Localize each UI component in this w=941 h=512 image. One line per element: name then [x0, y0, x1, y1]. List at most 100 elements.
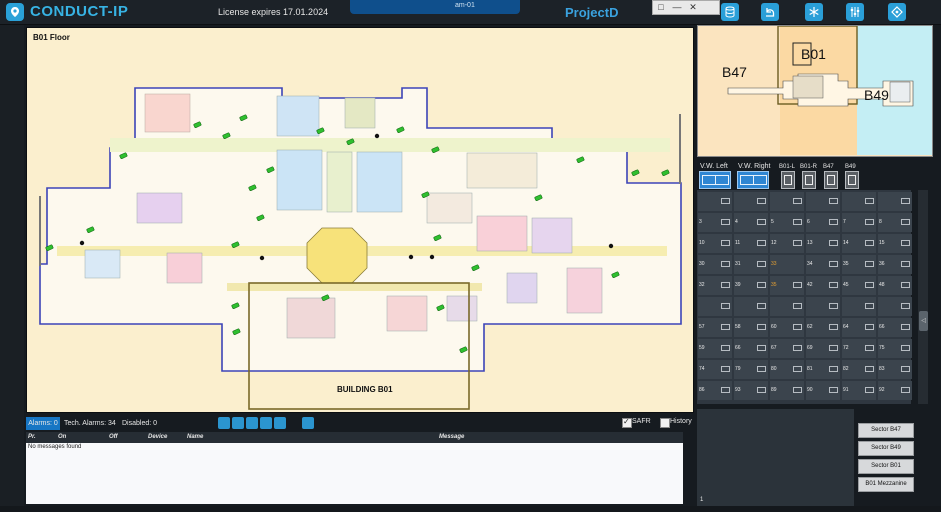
print-icon[interactable] [274, 417, 286, 429]
camera-cell[interactable]: 33 [770, 255, 804, 274]
history-checkbox[interactable] [660, 418, 670, 428]
camera-cell[interactable] [878, 192, 912, 211]
safr-checkbox[interactable] [622, 417, 632, 428]
col-message[interactable]: Message [439, 432, 464, 443]
camera-cell[interactable]: 3 [698, 213, 732, 232]
col-name[interactable]: Name [187, 432, 203, 443]
vw-left-button[interactable] [699, 171, 731, 189]
camera-cell[interactable]: 67 [770, 339, 804, 358]
camera-cell[interactable]: 39 [734, 276, 768, 295]
vw-right-button[interactable] [737, 171, 769, 189]
b01-mezzanine-button[interactable]: B01 Mezzanine [858, 477, 914, 492]
camera-cell[interactable]: 5 [770, 213, 804, 232]
camera-cell[interactable]: 62 [806, 318, 840, 337]
camera-cell[interactable]: 72 [842, 339, 876, 358]
camera-cell[interactable] [698, 192, 732, 211]
search-icon[interactable] [218, 417, 230, 429]
camera-cell[interactable]: 66 [734, 339, 768, 358]
sliders-icon[interactable] [846, 3, 864, 21]
tab-disabled[interactable]: Disabled: 0 [122, 417, 157, 430]
camera-cell[interactable]: 89 [770, 381, 804, 400]
site-minimap[interactable]: B47 B01 B49 [697, 25, 933, 157]
camera-cell[interactable]: 80 [770, 360, 804, 379]
col-off[interactable]: Off [109, 432, 118, 443]
sector-b49-button[interactable]: Sector B49 [858, 441, 914, 456]
camera-cell[interactable]: 15 [878, 234, 912, 253]
col-device[interactable]: Device [148, 432, 167, 443]
database-icon[interactable] [721, 3, 739, 21]
camera-cell[interactable]: 91 [842, 381, 876, 400]
camera-cell[interactable]: 11 [734, 234, 768, 253]
snowflake-icon[interactable] [805, 3, 823, 21]
sector-b01-button[interactable]: Sector B01 [858, 459, 914, 474]
camera-cell[interactable]: 35 [842, 255, 876, 274]
camera-cell[interactable] [770, 192, 804, 211]
undo-icon[interactable] [761, 3, 779, 21]
camera-cell[interactable]: 82 [842, 360, 876, 379]
camera-cell[interactable] [734, 192, 768, 211]
camera-cell[interactable]: 42 [806, 276, 840, 295]
camera-cell[interactable]: 30 [698, 255, 732, 274]
col-priority[interactable]: Pr. [28, 432, 36, 443]
b47-button[interactable] [824, 171, 838, 189]
camera-cell[interactable]: 93 [734, 381, 768, 400]
sector-b47-button[interactable]: Sector B47 [858, 423, 914, 438]
camera-cell[interactable]: 31 [734, 255, 768, 274]
camera-cell[interactable]: 13 [806, 234, 840, 253]
camera-cell[interactable]: 83 [878, 360, 912, 379]
filter-icon[interactable] [246, 417, 258, 429]
camera-cell[interactable]: 36 [878, 255, 912, 274]
camera-cell[interactable]: 35 [770, 276, 804, 295]
camera-cell[interactable]: 90 [806, 381, 840, 400]
camera-cell[interactable]: 7 [842, 213, 876, 232]
acknowledge-icon[interactable] [232, 417, 244, 429]
camera-cell[interactable] [842, 192, 876, 211]
camera-cell[interactable]: 14 [842, 234, 876, 253]
b01-r-button[interactable] [802, 171, 816, 189]
camera-cell[interactable] [806, 297, 840, 316]
close-button[interactable]: ✕ [685, 1, 701, 13]
camera-cell[interactable]: 75 [878, 339, 912, 358]
camera-cell[interactable]: 69 [806, 339, 840, 358]
col-on[interactable]: On [58, 432, 66, 443]
camera-cell[interactable]: 58 [734, 318, 768, 337]
grid-scrollbar[interactable] [918, 190, 928, 404]
camera-cell[interactable]: 74 [698, 360, 732, 379]
camera-cell[interactable]: 59 [698, 339, 732, 358]
camera-cell[interactable]: 48 [878, 276, 912, 295]
tab-alarms[interactable]: Alarms: 0 [26, 417, 60, 430]
b49-button[interactable] [845, 171, 859, 189]
camera-cell[interactable]: 10 [698, 234, 732, 253]
minimize-button[interactable]: — [669, 1, 685, 13]
camera-cell[interactable]: 81 [806, 360, 840, 379]
camera-cell[interactable] [842, 297, 876, 316]
message-list[interactable]: No messages found [26, 443, 683, 504]
camera-cell[interactable]: 45 [842, 276, 876, 295]
camera-cell[interactable]: 57 [698, 318, 732, 337]
camera-grid[interactable]: 3 4 5 6 7 8 10 11 12 13 14 15 30 31 33 34 35 36 32 39 35 42 45… [697, 190, 912, 404]
camera-cell[interactable]: 79 [734, 360, 768, 379]
export-icon[interactable] [260, 417, 272, 429]
camera-cell[interactable]: 4 [734, 213, 768, 232]
maximize-button[interactable]: □ [653, 1, 669, 13]
camera-cell[interactable]: 6 [806, 213, 840, 232]
camera-cell[interactable] [734, 297, 768, 316]
camera-cell[interactable]: 32 [698, 276, 732, 295]
camera-cell[interactable]: 12 [770, 234, 804, 253]
camera-cell[interactable]: 92 [878, 381, 912, 400]
b01-l-button[interactable] [781, 171, 795, 189]
camera-cell[interactable]: 8 [878, 213, 912, 232]
floor-plan-drawing[interactable] [27, 28, 693, 412]
session-tab[interactable]: am-01 [455, 2, 475, 9]
camera-cell[interactable]: 64 [842, 318, 876, 337]
clear-icon[interactable] [302, 417, 314, 429]
camera-cell[interactable]: 60 [770, 318, 804, 337]
camera-cell[interactable] [806, 192, 840, 211]
camera-cell[interactable]: 34 [806, 255, 840, 274]
floor-plan-panel[interactable]: B01 Floor BUILDING B01 [26, 27, 694, 413]
settings-icon[interactable] [888, 3, 906, 21]
camera-cell[interactable] [878, 297, 912, 316]
camera-cell[interactable]: 86 [698, 381, 732, 400]
camera-cell[interactable] [698, 297, 732, 316]
camera-cell[interactable]: 66 [878, 318, 912, 337]
